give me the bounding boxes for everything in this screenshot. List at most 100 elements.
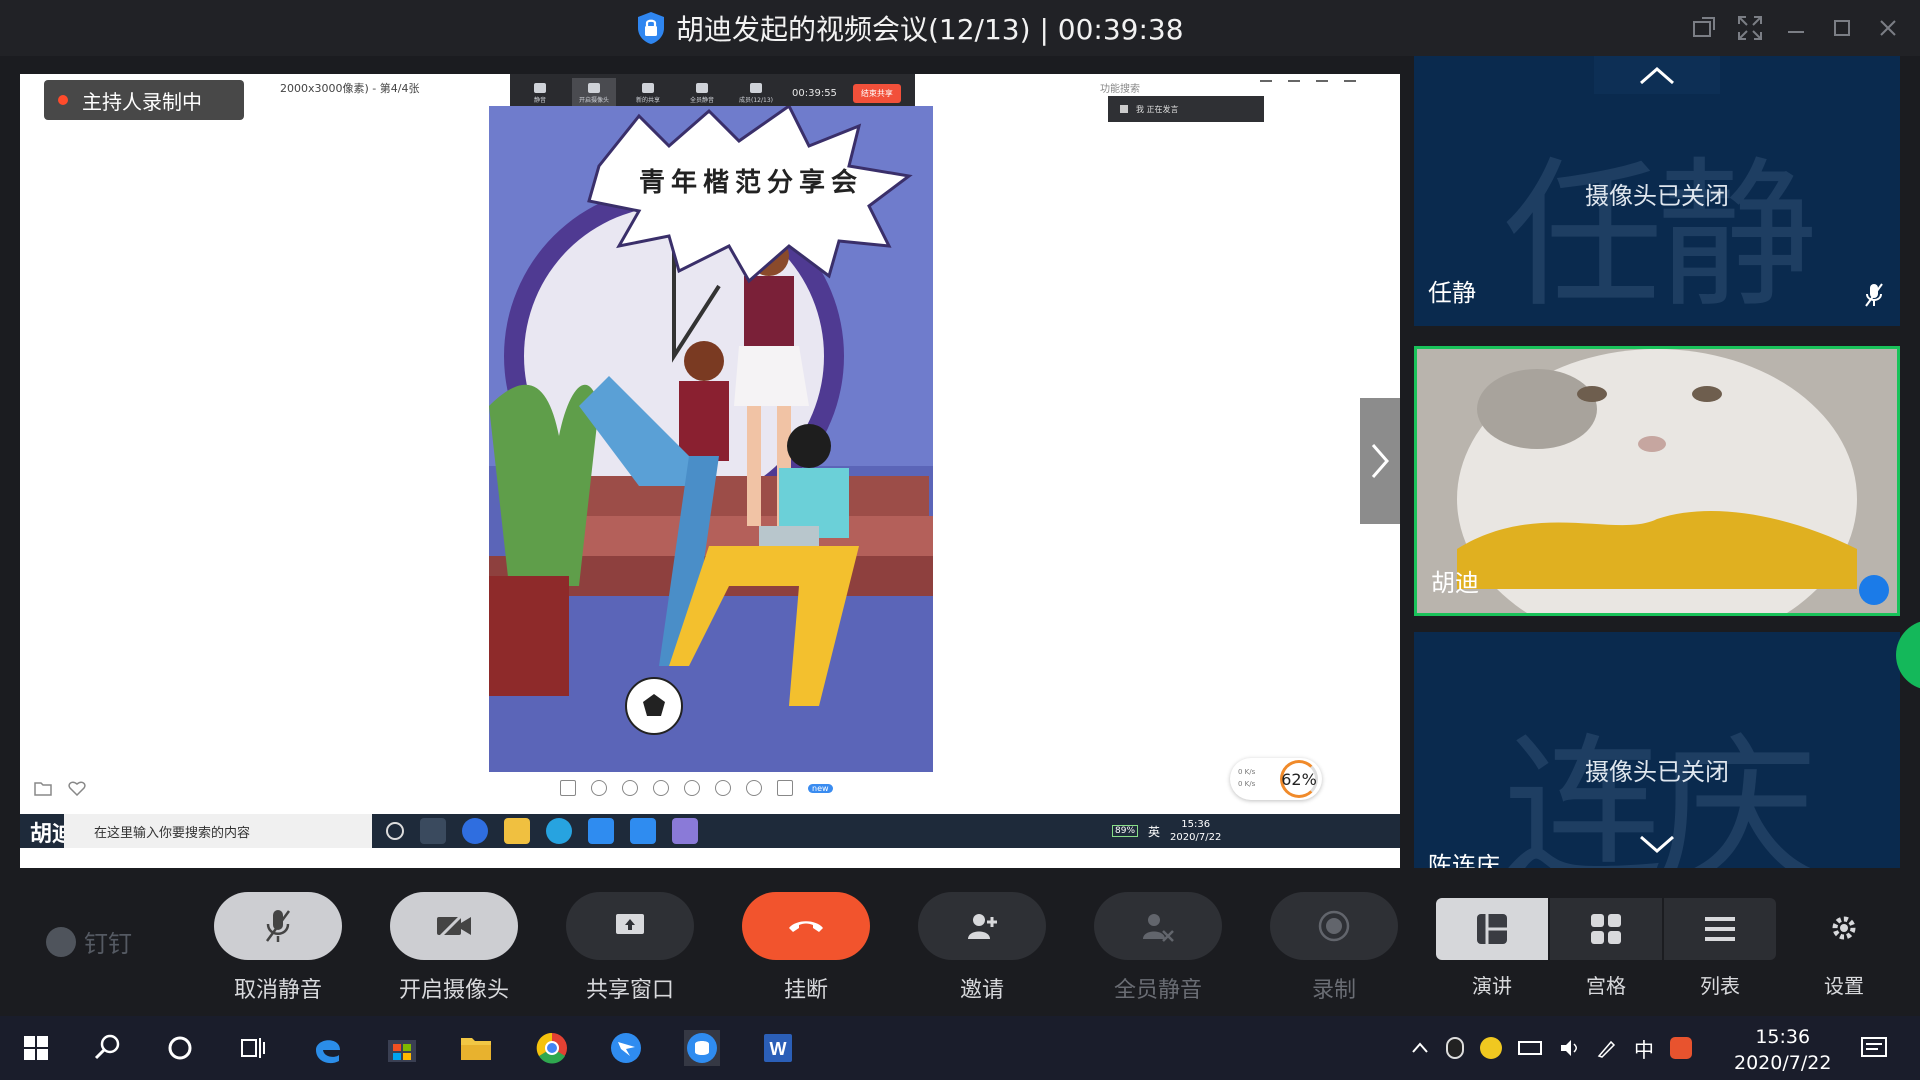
recording-label: 主持人录制中 (82, 89, 202, 114)
edge-icon (546, 818, 572, 844)
shared-clock: 15:36 2020/7/22 (1170, 819, 1222, 843)
mini-mute-all-button: 全员静音 (680, 78, 724, 108)
dingtalk-logo-icon (46, 926, 76, 957)
title-bar: 胡迪发起的视频会议(12/13) | 00:39:38 (0, 0, 1920, 56)
scroll-down-button[interactable] (1594, 826, 1720, 864)
camera-button[interactable]: 开启摄像头 (390, 892, 518, 1003)
invite-button[interactable]: 邀请 (918, 892, 1046, 1003)
settings-button[interactable]: 设置 (1812, 898, 1876, 998)
participant-name: 胡迪 (1431, 569, 1479, 597)
app-purple-icon (672, 818, 698, 844)
mini-mute-button: 静音 (518, 78, 562, 108)
shared-windows-taskbar: 胡迪 在这里输入你要搜索的内容 89% 英 15:36 2020/7/22 (20, 814, 1400, 848)
wechat-icon[interactable] (1480, 1037, 1502, 1059)
file-explorer-icon[interactable] (458, 1030, 494, 1066)
layout-list-button[interactable] (1664, 898, 1776, 960)
zoom-in-icon (591, 780, 607, 796)
sogou-icon[interactable] (1670, 1037, 1692, 1059)
next-icon (684, 780, 700, 796)
hang-up-icon (789, 921, 823, 932)
previous-icon (653, 780, 669, 796)
brand-logo: 钉钉 (46, 924, 132, 959)
participant-tile[interactable]: 任静 摄像头已关闭 任静 (1414, 56, 1900, 326)
maximize-icon[interactable] (1828, 14, 1856, 42)
mini-end-share-button: 结束共享 (852, 83, 901, 103)
close-icon[interactable] (1874, 14, 1902, 42)
chrome-icon[interactable] (534, 1030, 570, 1066)
participant-tile-active[interactable]: 胡迪 (1414, 346, 1900, 616)
share-screen-icon (616, 914, 644, 934)
shared-screen[interactable]: 2000x3000像素) - 第4/4张 主持人录制中 静音 开启摄像头 新的共… (20, 74, 1400, 868)
minimize-icon[interactable] (1782, 14, 1810, 42)
zoom-out-icon (622, 780, 638, 796)
chevron-down-icon (1640, 835, 1674, 853)
new-feature-badge: new (808, 783, 833, 793)
screen-share-icon (1859, 575, 1889, 605)
mute-all-button[interactable]: 全员静音 (1094, 892, 1222, 1003)
hang-up-button[interactable]: 挂断 (742, 892, 870, 1003)
volume-icon[interactable] (1558, 1037, 1580, 1059)
shared-window-controls (1260, 80, 1356, 92)
dingtalk-icon[interactable] (608, 1030, 644, 1066)
meeting-control-bar: 钉钉 取消静音 开启摄像头 共享窗口 挂断 邀请 全员静音 录制 演讲 宫格 列… (0, 868, 1920, 1016)
dingtalk-meeting-icon (630, 818, 656, 844)
unmute-button[interactable]: 取消静音 (214, 892, 342, 1003)
svg-text:W: W (770, 1039, 787, 1059)
layout-speaker-button[interactable] (1436, 898, 1548, 960)
search-icon[interactable] (90, 1030, 126, 1066)
windows-taskbar: W 中 15:36 2020/7/22 (0, 1016, 1920, 1080)
shared-file-info: 2000x3000像素) - 第4/4张 (280, 82, 420, 95)
rotate-right-icon (746, 780, 762, 796)
record-icon (1318, 910, 1350, 942)
scroll-up-button[interactable] (1594, 56, 1720, 94)
mini-members-button: 成员(12/13) (734, 78, 778, 108)
notification-icon[interactable] (1856, 1030, 1892, 1066)
edge-icon[interactable] (310, 1030, 346, 1066)
zoom-percent: 62% (1280, 760, 1318, 798)
mute-all-icon (1143, 914, 1174, 942)
word-icon[interactable]: W (760, 1030, 796, 1066)
participant-panel: 任静 摄像头已关闭 任静 胡迪 连庆 摄像头已关闭 陈连庆 (1414, 56, 1900, 868)
window-title: 胡迪发起的视频会议(12/13) | 00:39:38 (676, 13, 1184, 46)
chevron-right-icon (1371, 444, 1389, 478)
pen-icon[interactable] (1596, 1037, 1618, 1059)
windows-start-icon[interactable] (18, 1030, 54, 1066)
list-layout-icon (1705, 917, 1735, 941)
tray-expand-icon[interactable] (1410, 1038, 1430, 1058)
layout-grid-label: 宫格 (1586, 974, 1626, 998)
dingtalk-meeting-icon[interactable] (684, 1030, 720, 1066)
share-window-button[interactable]: 共享窗口 (566, 892, 694, 1003)
microsoft-store-icon[interactable] (384, 1030, 420, 1066)
participant-avatar-text: 任静 (1502, 142, 1817, 326)
recording-badge: 主持人录制中 (44, 80, 244, 120)
ime-indicator: 英 (1148, 824, 1161, 839)
pop-out-icon[interactable] (1690, 14, 1718, 42)
next-image-button[interactable] (1360, 398, 1400, 524)
mic-muted-icon (1865, 283, 1883, 307)
fullscreen-icon[interactable] (1736, 14, 1764, 42)
recording-dot-icon (58, 95, 68, 105)
title-group: 胡迪发起的视频会议(12/13) | 00:39:38 (636, 10, 1184, 46)
shared-search-box: 功能搜索 (1100, 84, 1140, 95)
speaking-indicator: 我 正在发言 (1108, 96, 1264, 122)
mini-camera-button: 开启摄像头 (572, 78, 616, 108)
ime-indicator[interactable]: 中 (1634, 1034, 1654, 1063)
camera-off-label: 摄像头已关闭 (1585, 758, 1729, 786)
heart-icon (68, 781, 86, 796)
camera-off-icon (436, 911, 471, 941)
actual-size-icon (560, 780, 576, 796)
shared-system-tray: 89% 英 15:36 2020/7/22 (1112, 814, 1221, 848)
layout-grid-button[interactable] (1550, 898, 1662, 960)
layout-speaker-label: 演讲 (1472, 974, 1512, 998)
task-view-icon[interactable] (234, 1030, 270, 1066)
gear-icon (1832, 916, 1856, 940)
grid-layout-icon (1591, 914, 1621, 944)
shared-taskbar-apps (386, 818, 698, 844)
cortana-icon[interactable] (162, 1030, 198, 1066)
zoom-level-badge: 0 K/s 0 K/s 62% (1230, 758, 1322, 800)
record-button[interactable]: 录制 (1270, 892, 1398, 1003)
battery-icon[interactable] (1518, 1041, 1542, 1055)
shared-search-bar: 在这里输入你要搜索的内容 (64, 814, 372, 848)
qq-icon[interactable] (1446, 1037, 1464, 1059)
taskbar-clock[interactable]: 15:36 2020/7/22 (1734, 1024, 1831, 1076)
